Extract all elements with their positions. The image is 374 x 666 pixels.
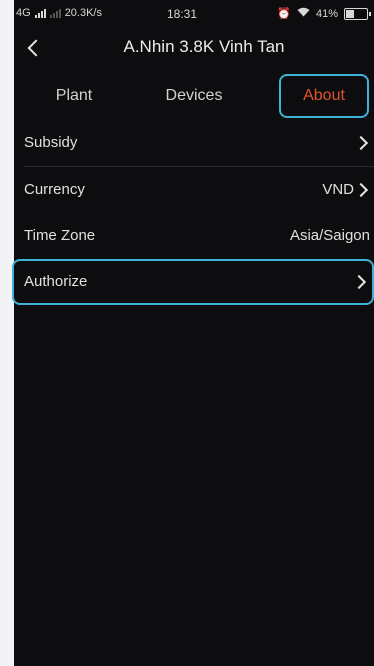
currency-value: VND bbox=[322, 181, 354, 198]
tab-plant[interactable]: Plant bbox=[34, 74, 114, 118]
status-right: ⏰ 41% bbox=[277, 7, 371, 20]
network-speed: 20.3K/s bbox=[64, 7, 102, 19]
settings-row-time-zone: Time Zone Asia/Saigon bbox=[14, 213, 374, 259]
tab-about[interactable]: About bbox=[279, 74, 369, 118]
settings-row-label: Currency bbox=[24, 181, 85, 198]
tab-devices[interactable]: Devices bbox=[149, 74, 239, 118]
settings-row-label: Subsidy bbox=[24, 134, 78, 151]
wifi-icon bbox=[297, 7, 310, 20]
page-background-strip bbox=[0, 0, 14, 666]
settings-list: Subsidy Currency VND Time Zone Asia/Saig… bbox=[12, 120, 374, 305]
network-type: 4G bbox=[16, 7, 31, 19]
battery-percent: 41% bbox=[315, 7, 338, 20]
battery-icon bbox=[344, 7, 371, 20]
status-bar: 4G 20.3K/s 18:31 ⏰ 41% bbox=[14, 0, 374, 26]
chevron-right-icon bbox=[353, 135, 369, 151]
settings-row-currency[interactable]: Currency VND bbox=[14, 167, 374, 213]
status-time: 18:31 bbox=[166, 7, 198, 21]
title-bar: A.Nhin 3.8K Vinh Tan bbox=[14, 30, 374, 64]
signal-icon bbox=[34, 8, 46, 18]
chevron-right-icon bbox=[353, 182, 369, 198]
status-left: 4G 20.3K/s bbox=[16, 7, 102, 19]
settings-row-subsidy[interactable]: Subsidy bbox=[14, 120, 374, 166]
settings-row-label: Authorize bbox=[24, 273, 88, 290]
settings-row-label: Time Zone bbox=[24, 227, 96, 244]
page-title: A.Nhin 3.8K Vinh Tan bbox=[123, 37, 285, 56]
time-zone-value: Asia/Saigon bbox=[289, 227, 370, 244]
chevron-right-icon bbox=[351, 274, 367, 290]
tab-bar: Plant Devices About bbox=[14, 74, 374, 118]
signal-secondary-icon bbox=[49, 8, 61, 18]
alarm-icon: ⏰ bbox=[277, 8, 291, 20]
settings-row-authorize[interactable]: Authorize bbox=[12, 259, 374, 305]
